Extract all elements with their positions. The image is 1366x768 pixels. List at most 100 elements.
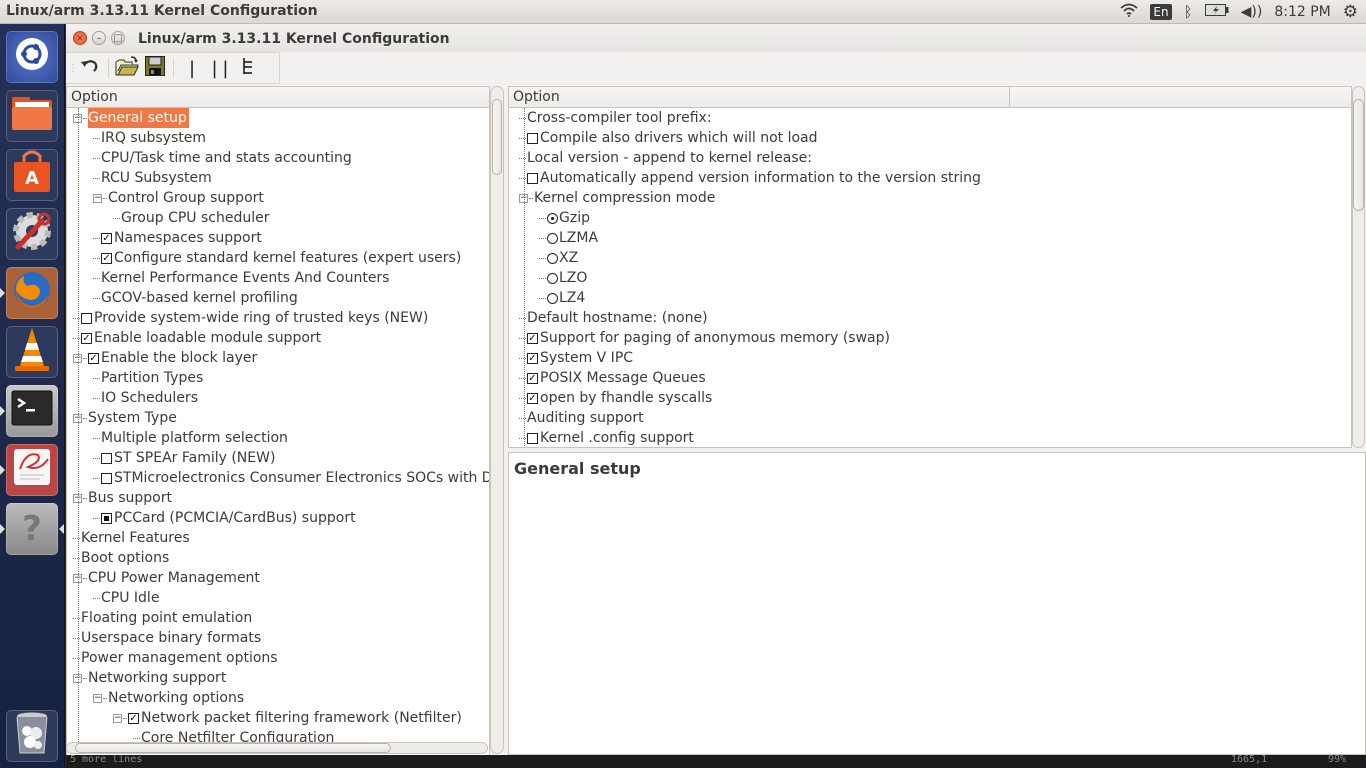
left-column-header[interactable]: Option: [67, 87, 489, 108]
collapse-expander-icon[interactable]: −: [93, 693, 102, 703]
close-button[interactable]: ×: [73, 31, 87, 45]
checkbox[interactable]: [527, 132, 538, 144]
checkbox[interactable]: ✓: [527, 372, 538, 384]
tree-row[interactable]: RCU Subsystem: [67, 168, 489, 188]
tree-row[interactable]: Group CPU scheduler: [67, 208, 489, 228]
tree-row[interactable]: Provide system-wide ring of trusted keys…: [67, 308, 489, 328]
tree-row[interactable]: Kernel .config support: [509, 428, 1351, 447]
checkbox[interactable]: [81, 312, 92, 324]
split-view-button[interactable]: ||: [206, 55, 234, 81]
launcher-item-trash[interactable]: [6, 710, 58, 762]
tree-row[interactable]: Local version - append to kernel release…: [509, 148, 1351, 168]
tree-row[interactable]: ✓ open by fhandle syscalls: [509, 388, 1351, 408]
tree-row[interactable]: ✓ Namespaces support: [67, 228, 489, 248]
tree-row[interactable]: − General setup: [67, 108, 489, 128]
tree-row[interactable]: CPU/Task time and stats accounting: [67, 148, 489, 168]
tree-row[interactable]: Auditing support: [509, 408, 1351, 428]
load-button[interactable]: [113, 55, 141, 81]
tree-row[interactable]: − Networking options: [67, 688, 489, 708]
tree-row[interactable]: Default hostname: (none): [509, 308, 1351, 328]
tree-row[interactable]: Partition Types: [67, 368, 489, 388]
tree-row[interactable]: Gzip: [509, 208, 1351, 228]
radio-button[interactable]: [547, 252, 558, 264]
tree-row[interactable]: ✓ System V IPC: [509, 348, 1351, 368]
maximize-button[interactable]: □: [111, 31, 125, 45]
gear-power-icon[interactable]: ⚙: [1343, 2, 1358, 22]
battery-charging-icon[interactable]: [1204, 4, 1229, 20]
clock[interactable]: 8:12 PM: [1274, 4, 1330, 20]
tree-row[interactable]: STMicroelectronics Consumer Electronics …: [67, 468, 489, 488]
module-checkbox[interactable]: [101, 512, 112, 524]
tree-row[interactable]: − System Type: [67, 408, 489, 428]
tree-row[interactable]: ✓ Configure standard kernel features (exp…: [67, 248, 489, 268]
launcher-item-unknown-app[interactable]: ?: [0, 503, 64, 555]
tree-row[interactable]: XZ: [509, 248, 1351, 268]
tree-row[interactable]: − Control Group support: [67, 188, 489, 208]
right-vertical-scrollbar[interactable]: [1352, 86, 1365, 448]
checkbox[interactable]: [101, 472, 112, 484]
tree-row[interactable]: ✓ Enable loadable module support: [67, 328, 489, 348]
radio-button[interactable]: [547, 232, 558, 244]
tree-row[interactable]: − ✓ Network packet filtering framework (Ne…: [67, 708, 489, 728]
tree-row[interactable]: LZMA: [509, 228, 1351, 248]
tree-row[interactable]: Automatically append version information…: [509, 168, 1351, 188]
tree-row[interactable]: Userspace binary formats: [67, 628, 489, 648]
checkbox[interactable]: ✓: [527, 332, 538, 344]
tree-row[interactable]: ✓ POSIX Message Queues: [509, 368, 1351, 388]
launcher-item-dash-home[interactable]: [6, 31, 58, 83]
checkbox[interactable]: ✓: [527, 392, 538, 404]
checkbox[interactable]: ✓: [527, 352, 538, 364]
volume-icon[interactable]: ◀)): [1241, 4, 1263, 20]
tree-row[interactable]: Compile also drivers which will not load: [509, 128, 1351, 148]
tree-row[interactable]: Boot options: [67, 548, 489, 568]
full-view-button[interactable]: [234, 55, 262, 81]
tree-row[interactable]: Floating point emulation: [67, 608, 489, 628]
keyboard-layout-indicator[interactable]: En: [1150, 4, 1172, 20]
checkbox[interactable]: ✓: [101, 232, 112, 244]
bluetooth-icon[interactable]: ᛒ: [1184, 3, 1193, 21]
tree-row[interactable]: LZO: [509, 268, 1351, 288]
back-button[interactable]: [76, 55, 104, 81]
option-column-header[interactable]: Option: [513, 89, 560, 105]
wifi-icon[interactable]: [1120, 3, 1139, 21]
launcher-item-terminal[interactable]: [0, 385, 58, 437]
tree-row[interactable]: ST SPEAr Family (NEW): [67, 448, 489, 468]
tree-row[interactable]: − Bus support: [67, 488, 489, 508]
single-view-button[interactable]: |: [178, 55, 206, 81]
radio-button[interactable]: [547, 272, 558, 284]
checkbox[interactable]: ✓: [128, 712, 139, 724]
checkbox[interactable]: [527, 432, 538, 444]
minimize-button[interactable]: –: [92, 31, 106, 45]
launcher-item-firefox[interactable]: [0, 267, 58, 319]
tree-row[interactable]: − Kernel compression mode: [509, 188, 1351, 208]
tree-row[interactable]: − Networking support: [67, 668, 489, 688]
launcher-item-software-center[interactable]: A: [6, 149, 58, 201]
tree-row[interactable]: LZ4: [509, 288, 1351, 308]
tree-row[interactable]: IO Schedulers: [67, 388, 489, 408]
collapse-expander-icon[interactable]: −: [93, 193, 102, 203]
left-horizontal-scrollbar[interactable]: [66, 742, 488, 754]
checkbox[interactable]: [101, 452, 112, 464]
tree-row[interactable]: Kernel Performance Events And Counters: [67, 268, 489, 288]
tree-row[interactable]: Multiple platform selection: [67, 428, 489, 448]
radio-button[interactable]: [547, 212, 558, 224]
tree-row[interactable]: PCCard (PCMCIA/CardBus) support: [67, 508, 489, 528]
scrollbar-thumb[interactable]: [492, 99, 502, 175]
tree-row[interactable]: Kernel Features: [67, 528, 489, 548]
launcher-item-system-settings[interactable]: [6, 208, 58, 260]
collapse-expander-icon[interactable]: −: [113, 713, 122, 723]
tree-row[interactable]: Cross-compiler tool prefix:: [509, 108, 1351, 128]
launcher-item-document-viewer[interactable]: [0, 444, 58, 496]
checkbox[interactable]: ✓: [81, 332, 92, 344]
tree-row[interactable]: CPU Idle: [67, 588, 489, 608]
tree-row[interactable]: Power management options: [67, 648, 489, 668]
left-vertical-scrollbar[interactable]: [490, 86, 504, 754]
right-column-header[interactable]: Option: [509, 87, 1351, 108]
tree-row[interactable]: IRQ subsystem: [67, 128, 489, 148]
scrollbar-thumb[interactable]: [75, 743, 391, 753]
tree-row[interactable]: GCOV-based kernel profiling: [67, 288, 489, 308]
tree-row[interactable]: − ✓ Enable the block layer: [67, 348, 489, 368]
radio-button[interactable]: [547, 292, 558, 304]
tree-row[interactable]: − CPU Power Management: [67, 568, 489, 588]
checkbox[interactable]: [527, 172, 538, 184]
